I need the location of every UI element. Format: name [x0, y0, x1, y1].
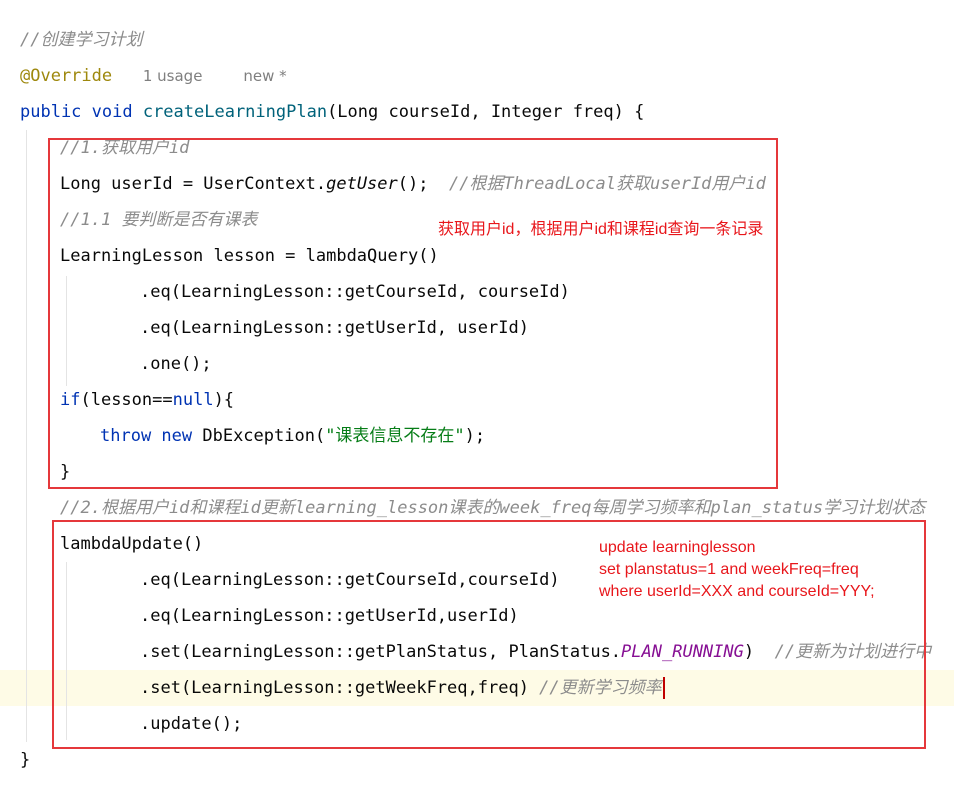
code-token: @Override [20, 66, 113, 86]
update-annotation-note: update learninglesson set planstatus=1 a… [599, 539, 875, 600]
code-token: (Long courseId, Integer freq) { [327, 102, 645, 122]
inlay-hint[interactable]: 1 usage [143, 67, 203, 85]
indent-guide [26, 130, 27, 742]
code-line[interactable]: public void createLearningPlan(Long cour… [0, 94, 954, 130]
code-token: } [20, 750, 31, 770]
code-line[interactable]: @Override 1 usage new * [0, 58, 954, 94]
query-highlight-box [48, 138, 778, 489]
code-comment: //2.根据用户id和课程id更新learning_lesson课表的week_… [60, 498, 926, 518]
code-token: public void [20, 102, 143, 122]
query-annotation-note: 获取用户id，根据用户id和课程id查询一条记录 [438, 221, 764, 238]
inlay-hint[interactable]: new * [243, 67, 286, 85]
code-comment: //创建学习计划 [20, 30, 143, 50]
code-token: createLearningPlan [142, 102, 328, 122]
code-line[interactable]: //创建学习计划 [0, 22, 954, 58]
